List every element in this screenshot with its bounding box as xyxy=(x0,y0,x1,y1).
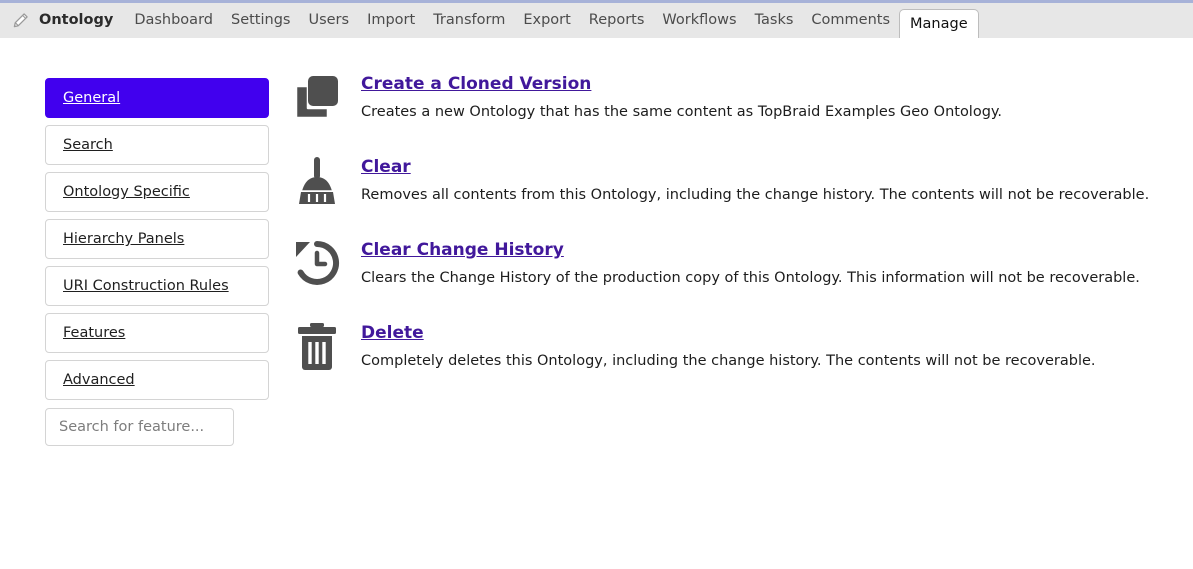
nav-item-export[interactable]: Export xyxy=(514,3,579,38)
action-row-clear-change-history: Clear Change History Clears the Change H… xyxy=(291,236,1151,292)
copy-icon xyxy=(291,70,343,126)
nav-item-reports[interactable]: Reports xyxy=(580,3,654,38)
nav-item-tasks[interactable]: Tasks xyxy=(746,3,803,38)
action-title-create-cloned-version[interactable]: Create a Cloned Version xyxy=(361,74,591,94)
action-row-create-cloned-version: Create a Cloned Version Creates a new On… xyxy=(291,70,1151,126)
history-icon xyxy=(291,236,343,292)
feature-search-input[interactable] xyxy=(45,408,234,446)
sidebar-item-uri-construction-rules[interactable]: URI Construction Rules xyxy=(45,266,269,306)
nav-item-import[interactable]: Import xyxy=(358,3,424,38)
page-content: General Search Ontology Specific Hierarc… xyxy=(0,38,1193,569)
sidebar-item-label: Hierarchy Panels xyxy=(63,231,184,247)
sidebar-item-label: General xyxy=(63,90,120,106)
nav-item-transform[interactable]: Transform xyxy=(424,3,514,38)
sidebar-item-label: Search xyxy=(63,137,113,153)
action-description: Completely deletes this Ontology, includ… xyxy=(361,352,1151,370)
sidebar-item-hierarchy-panels[interactable]: Hierarchy Panels xyxy=(45,219,269,259)
sidebar-item-label: Features xyxy=(63,325,125,341)
action-title-delete[interactable]: Delete xyxy=(361,323,424,343)
action-description: Creates a new Ontology that has the same… xyxy=(361,103,1151,121)
broom-icon xyxy=(291,153,343,209)
nav-item-settings[interactable]: Settings xyxy=(222,3,299,38)
pencil-icon[interactable] xyxy=(12,12,29,29)
nav-item-workflows[interactable]: Workflows xyxy=(653,3,745,38)
sidebar-item-ontology-specific[interactable]: Ontology Specific xyxy=(45,172,269,212)
trash-icon xyxy=(291,319,343,375)
action-description: Removes all contents from this Ontology,… xyxy=(361,186,1151,204)
settings-sidebar: General Search Ontology Specific Hierarc… xyxy=(45,78,269,446)
sidebar-item-advanced[interactable]: Advanced xyxy=(45,360,269,400)
app-header: Ontology Dashboard Settings Users Import… xyxy=(0,3,1193,38)
nav-item-dashboard[interactable]: Dashboard xyxy=(125,3,222,38)
sidebar-item-features[interactable]: Features xyxy=(45,313,269,353)
header-brand: Ontology xyxy=(39,3,125,38)
nav-item-users[interactable]: Users xyxy=(299,3,358,38)
nav-item-comments[interactable]: Comments xyxy=(802,3,899,38)
sidebar-item-label: Advanced xyxy=(63,372,135,388)
manage-actions-list: Create a Cloned Version Creates a new On… xyxy=(291,70,1151,402)
sidebar-item-label: URI Construction Rules xyxy=(63,278,229,294)
action-title-clear[interactable]: Clear xyxy=(361,157,411,177)
action-row-delete: Delete Completely deletes this Ontology,… xyxy=(291,319,1151,375)
action-description: Clears the Change History of the product… xyxy=(361,269,1151,287)
nav-item-manage[interactable]: Manage xyxy=(899,9,979,38)
sidebar-item-search[interactable]: Search xyxy=(45,125,269,165)
sidebar-item-general[interactable]: General xyxy=(45,78,269,118)
action-title-clear-change-history[interactable]: Clear Change History xyxy=(361,240,564,260)
sidebar-item-label: Ontology Specific xyxy=(63,184,190,200)
action-row-clear: Clear Removes all contents from this Ont… xyxy=(291,153,1151,209)
